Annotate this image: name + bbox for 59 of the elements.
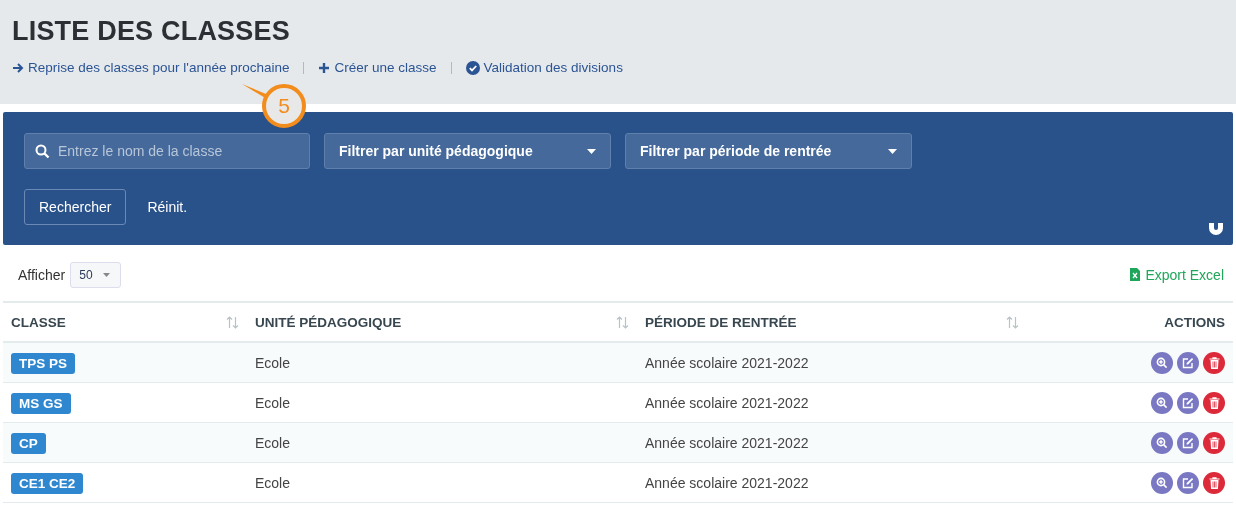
column-header[interactable]: UNITÉ PÉDAGOGIQUE bbox=[247, 302, 637, 342]
page-title: LISTE DES CLASSES bbox=[12, 16, 291, 47]
filter-dropdown[interactable]: Filtrer par période de rentrée bbox=[625, 133, 912, 169]
magnet-icon[interactable] bbox=[1209, 223, 1223, 235]
class-tag[interactable]: CE1 CE2 bbox=[11, 472, 84, 494]
zoom-button[interactable] bbox=[1151, 351, 1173, 374]
zoom-in-icon bbox=[1156, 356, 1168, 369]
edit-icon bbox=[1182, 476, 1194, 489]
trash-icon bbox=[1208, 476, 1220, 489]
reset-button[interactable]: Réinit. bbox=[140, 189, 195, 225]
zoom-button[interactable] bbox=[1151, 431, 1173, 454]
edit-button[interactable] bbox=[1177, 351, 1199, 374]
action-link[interactable]: Validation des divisions bbox=[465, 61, 637, 75]
zoom-button[interactable] bbox=[1151, 391, 1173, 414]
arrow-icon bbox=[12, 62, 24, 74]
zoom-in-icon bbox=[1156, 436, 1168, 449]
caret-icon bbox=[888, 148, 897, 154]
table-cell: Ecole bbox=[255, 394, 291, 411]
edit-button[interactable] bbox=[1177, 431, 1199, 454]
edit-icon bbox=[1182, 436, 1194, 449]
delete-button[interactable] bbox=[1203, 391, 1225, 414]
table-cell: Année scolaire 2021-2022 bbox=[645, 354, 809, 371]
caret-icon bbox=[587, 148, 596, 154]
page-size-label: Afficher bbox=[18, 266, 66, 283]
step-callout: 5 bbox=[242, 82, 308, 130]
table-cell: Ecole bbox=[255, 434, 291, 451]
edit-icon bbox=[1182, 356, 1194, 369]
edit-icon bbox=[1182, 396, 1194, 409]
table-cell: Ecole bbox=[255, 474, 291, 491]
trash-icon bbox=[1208, 396, 1220, 409]
zoom-in-icon bbox=[1156, 396, 1168, 409]
table-cell: Année scolaire 2021-2022 bbox=[645, 474, 809, 491]
filter-dropdown[interactable]: Filtrer par unité pédagogique bbox=[324, 133, 611, 169]
delete-button[interactable] bbox=[1203, 351, 1225, 374]
class-tag[interactable]: MS GS bbox=[11, 392, 71, 414]
search-button[interactable]: Rechercher bbox=[24, 189, 127, 225]
edit-button[interactable] bbox=[1177, 471, 1199, 494]
column-header[interactable]: PÉRIODE DE RENTRÉE bbox=[637, 302, 1027, 342]
plus-icon bbox=[318, 62, 331, 74]
delete-button[interactable] bbox=[1203, 471, 1225, 494]
action-link[interactable]: Reprise des classes pour l'année prochaine bbox=[12, 62, 305, 74]
check-circle-icon bbox=[465, 61, 480, 75]
search-icon bbox=[35, 144, 50, 159]
table-cell: Année scolaire 2021-2022 bbox=[645, 394, 809, 411]
trash-icon bbox=[1208, 436, 1220, 449]
zoom-button[interactable] bbox=[1151, 471, 1173, 494]
class-tag[interactable]: TPS PS bbox=[11, 352, 75, 374]
action-link[interactable]: Créer une classe bbox=[318, 62, 452, 74]
page-size-dropdown[interactable]: 50 bbox=[70, 261, 121, 288]
zoom-in-icon bbox=[1156, 476, 1168, 489]
delete-button[interactable] bbox=[1203, 431, 1225, 454]
search-field[interactable]: Entrez le nom de la classe bbox=[24, 133, 310, 169]
spreadsheet-file-icon bbox=[1130, 268, 1141, 281]
class-tag[interactable]: CP bbox=[11, 432, 46, 454]
caret-icon bbox=[102, 272, 110, 277]
table-cell: Année scolaire 2021-2022 bbox=[645, 434, 809, 451]
edit-button[interactable] bbox=[1177, 391, 1199, 414]
table-cell: Ecole bbox=[255, 354, 291, 371]
trash-icon bbox=[1208, 356, 1220, 369]
